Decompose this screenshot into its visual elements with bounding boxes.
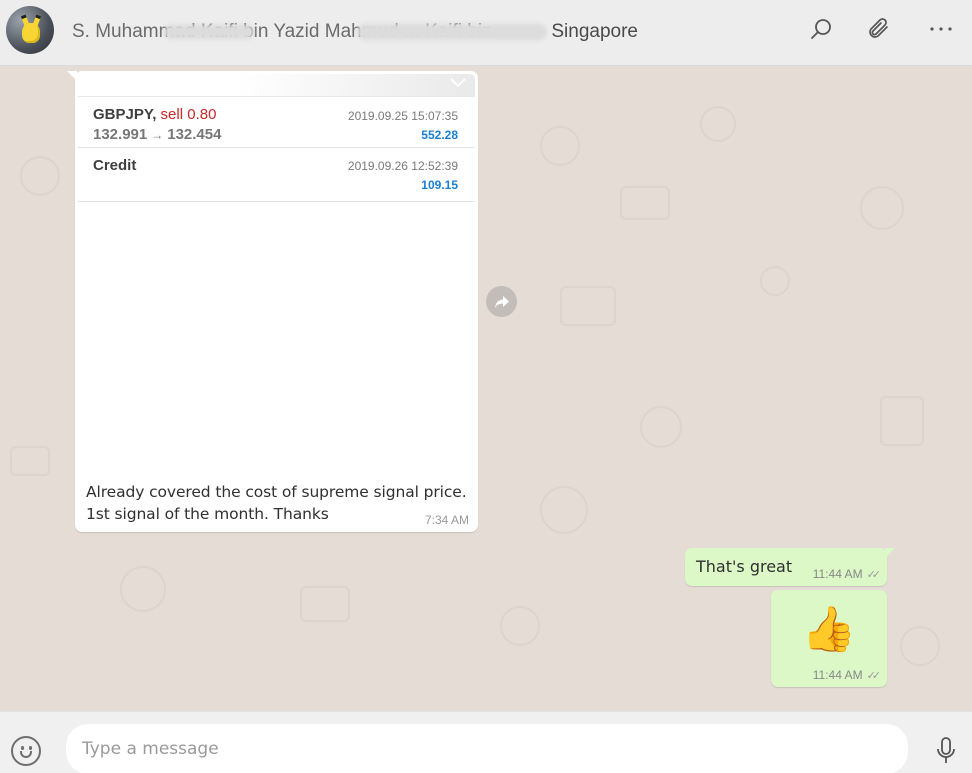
- message-text: That's great: [696, 557, 793, 576]
- chat-area[interactable]: GBPJPY, sell 0.80 132.991 → 132.454 2019.0…: [0, 66, 972, 711]
- message-caption: Already covered the cost of supreme sign…: [86, 481, 467, 525]
- trade-profit: 552.28: [421, 128, 458, 142]
- wallpaper-doodle: [900, 626, 940, 666]
- message-input[interactable]: [66, 724, 908, 773]
- wallpaper-doodle: [20, 156, 60, 196]
- wallpaper-doodle: [700, 106, 736, 142]
- wallpaper-doodle: [860, 186, 904, 230]
- emoji-eye: [21, 746, 24, 750]
- credit-label: Credit: [93, 157, 137, 174]
- double-check-icon: ✓✓: [866, 669, 882, 682]
- message-meta: 11:44 AM ✓✓: [812, 567, 882, 581]
- double-check-icon: ✓✓: [866, 568, 882, 581]
- open-price: 132.991: [93, 126, 148, 143]
- message-time: 11:44 AM: [812, 668, 863, 682]
- trade-screenshot-image[interactable]: GBPJPY, sell 0.80 132.991 → 132.454 2019.0…: [78, 74, 475, 474]
- thumbs-up-emoji: 👍: [801, 605, 857, 654]
- emoji-icon[interactable]: [11, 736, 41, 766]
- trade-symbol: GBPJPY, sell 0.80: [93, 106, 216, 123]
- message-time: 11:44 AM: [812, 567, 863, 581]
- wallpaper-doodle: [10, 446, 50, 476]
- contact-location: Singapore: [549, 20, 638, 44]
- incoming-message[interactable]: GBPJPY, sell 0.80 132.991 → 132.454 2019.0…: [67, 71, 478, 532]
- message-meta: 11:44 AM ✓✓: [812, 668, 882, 682]
- compose-bar: [0, 711, 972, 773]
- message-time: 7:34 AM: [424, 513, 469, 527]
- redaction-bar: [357, 24, 547, 40]
- outgoing-message[interactable]: That's great 11:44 AM ✓✓: [685, 548, 895, 586]
- caption-line: 1st signal of the month. Thanks: [86, 505, 329, 523]
- credit-timestamp: 2019.09.26 12:52:39: [347, 159, 458, 173]
- chat-header: S. Muhammad Kaifi bin Yazid Mahmud ... K…: [0, 0, 972, 66]
- outgoing-message[interactable]: 👍 11:44 AM ✓✓: [771, 590, 887, 687]
- contact-avatar[interactable]: [6, 6, 54, 54]
- caption-line: Already covered the cost of supreme sign…: [86, 483, 467, 501]
- forward-icon[interactable]: [486, 286, 517, 317]
- wallpaper-doodle: [300, 586, 350, 622]
- wallpaper-doodle: [560, 286, 616, 326]
- close-price: 132.454: [167, 126, 222, 143]
- paperclip-icon[interactable]: [865, 14, 895, 44]
- wallpaper-doodle: [120, 566, 166, 612]
- trade-row: GBPJPY, sell 0.80 132.991 → 132.454 2019.0…: [78, 96, 475, 148]
- credit-row: Credit 2019.09.26 12:52:39 109.15: [78, 148, 475, 202]
- pikachu-avatar-icon: [22, 23, 40, 43]
- wallpaper-doodle: [620, 186, 670, 220]
- wallpaper-doodle: [540, 486, 588, 534]
- wallpaper-doodle: [880, 396, 924, 446]
- emoji-eye: [29, 746, 32, 750]
- credit-amount: 109.15: [421, 178, 458, 192]
- wallpaper-doodle: [760, 266, 790, 296]
- more-icon[interactable]: [926, 14, 956, 44]
- trade-action: sell 0.80: [160, 106, 217, 123]
- arrow-right-icon: →: [151, 128, 164, 142]
- wallpaper-doodle: [640, 406, 682, 448]
- trade-prices: 132.991 → 132.454: [93, 126, 221, 143]
- redaction-bar: [164, 25, 254, 39]
- chevron-down-icon[interactable]: [449, 76, 467, 94]
- wallpaper-doodle: [540, 126, 580, 166]
- emoji-mouth: [20, 751, 32, 758]
- wallpaper-doodle: [500, 606, 540, 646]
- trade-timestamp: 2019.09.25 15:07:35: [347, 109, 458, 123]
- contact-name[interactable]: S. Muhammad Kaifi bin Yazid Mahmud ... K…: [72, 20, 638, 44]
- search-icon[interactable]: [806, 14, 836, 44]
- trade-symbol-text: GBPJPY,: [93, 106, 157, 123]
- image-top-fade: [78, 74, 475, 96]
- microphone-icon[interactable]: [933, 736, 959, 766]
